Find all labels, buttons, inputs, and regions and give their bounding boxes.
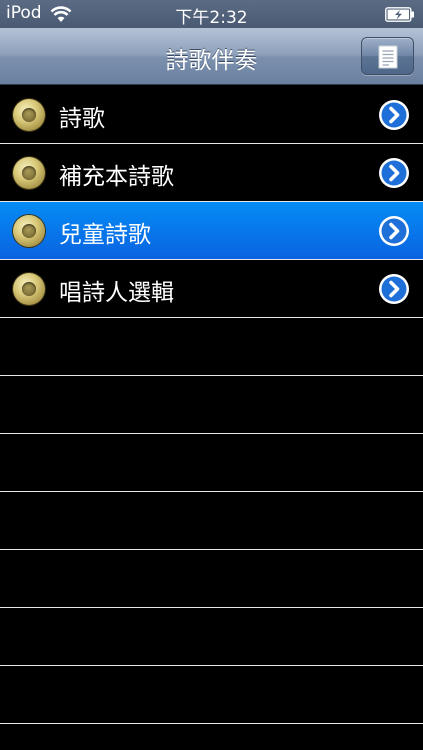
empty-row bbox=[0, 492, 423, 550]
document-button[interactable] bbox=[361, 37, 414, 75]
gold-bullet-icon bbox=[13, 215, 45, 247]
list-item[interactable]: 唱詩人選輯 bbox=[0, 260, 423, 318]
chevron-right-icon[interactable] bbox=[378, 273, 410, 305]
chevron-right-icon[interactable] bbox=[378, 157, 410, 189]
list-item[interactable]: 詩歌 bbox=[0, 86, 423, 144]
empty-row bbox=[0, 608, 423, 666]
list-item-label: 補充本詩歌 bbox=[59, 164, 174, 190]
page-title: 詩歌伴奏 bbox=[165, 48, 258, 74]
category-list: 詩歌 補充本詩歌 兒童詩歌 唱詩人選輯 bbox=[0, 86, 423, 724]
empty-row bbox=[0, 666, 423, 724]
empty-row bbox=[0, 434, 423, 492]
gold-bullet-icon bbox=[13, 273, 45, 305]
list-item-label: 唱詩人選輯 bbox=[59, 280, 174, 306]
empty-row bbox=[0, 376, 423, 434]
list-item-label: 兒童詩歌 bbox=[59, 222, 151, 248]
status-time: 下午2:32 bbox=[175, 8, 248, 28]
list-item-label: 詩歌 bbox=[59, 106, 105, 132]
navigation-bar: 詩歌伴奏 bbox=[0, 28, 423, 85]
empty-row bbox=[0, 318, 423, 376]
list-item-selected[interactable]: 兒童詩歌 bbox=[0, 202, 423, 260]
gold-bullet-icon bbox=[13, 157, 45, 189]
chevron-right-icon[interactable] bbox=[378, 215, 410, 247]
battery-charging-icon bbox=[385, 7, 414, 22]
empty-row bbox=[0, 550, 423, 608]
status-bar: iPod 下午2:32 bbox=[0, 0, 423, 28]
list-item[interactable]: 補充本詩歌 bbox=[0, 144, 423, 202]
gold-bullet-icon bbox=[13, 99, 45, 131]
document-icon bbox=[378, 45, 398, 69]
chevron-right-icon[interactable] bbox=[378, 99, 410, 131]
